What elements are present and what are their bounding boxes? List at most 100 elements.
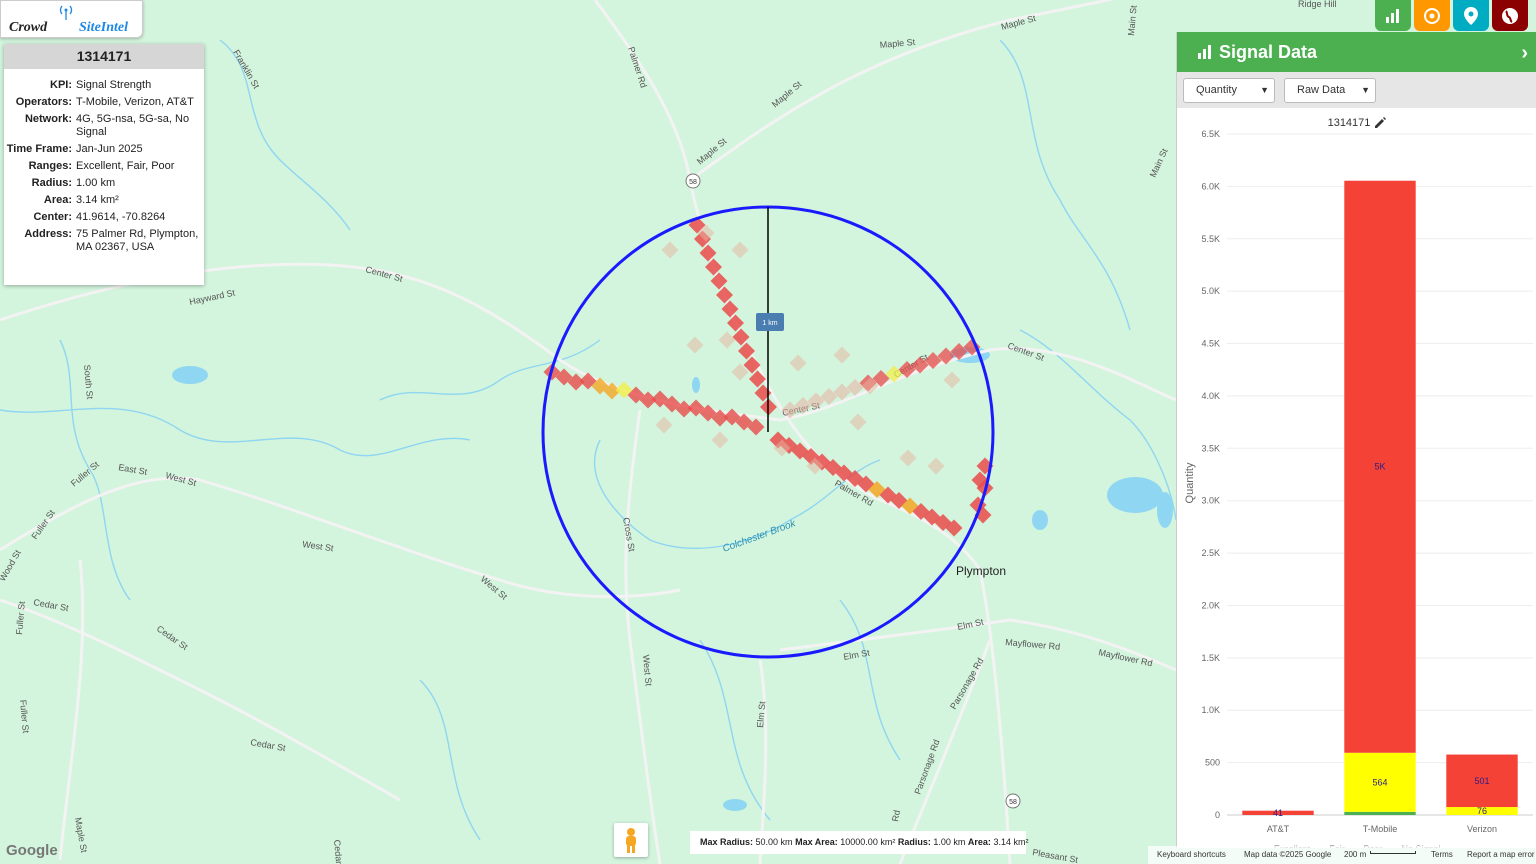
info-key: Area: [43, 194, 72, 206]
info-value: Signal Strength [76, 79, 152, 91]
data-mode-select[interactable]: Raw Data ▼ [1284, 78, 1376, 103]
data-label: 501 [1474, 776, 1489, 786]
pegman-icon [626, 828, 636, 853]
target-icon [1424, 7, 1440, 24]
max-radius-value: 50.00 km [755, 837, 793, 847]
svg-text:Rd: Rd [890, 809, 902, 822]
logo-siteintel: SiteIntel [79, 20, 129, 35]
chart-bars: 41 564 5K 76 501 [1242, 180, 1518, 818]
info-value: T-Mobile, Verizon, AT&T [76, 96, 194, 108]
x-tick-label: AT&T [1267, 824, 1290, 834]
metric-select[interactable]: Quantity ▼ [1183, 78, 1275, 103]
info-key: Operators: [15, 96, 72, 108]
x-tick-label: Verizon [1467, 824, 1497, 834]
bar-chart-icon [1198, 45, 1211, 59]
info-key: Ranges: [28, 160, 72, 172]
x-tick-labels: AT&T T-Mobile Verizon [1267, 824, 1497, 834]
scale-label: 200 m [1344, 850, 1367, 859]
x-tick-label: T-Mobile [1363, 824, 1398, 834]
y-tick-label: 0 [1215, 810, 1220, 820]
info-value: 1.00 km [76, 177, 116, 189]
info-value: 75 Palmer Rd, Plympton, MA 02367, USA [76, 228, 199, 253]
site-info-panel: 1314171 KPI: Signal Strength Operators: T-… [4, 44, 204, 285]
metric-select-value: Quantity [1196, 84, 1237, 96]
antenna-icon [59, 5, 73, 20]
collapse-chevron-icon[interactable]: › [1521, 42, 1528, 65]
y-tick-label: 2.5K [1201, 548, 1220, 558]
edit-icon[interactable] [1375, 117, 1386, 128]
data-label: 564 [1372, 777, 1387, 787]
y-tick-label: 4.5K [1201, 339, 1220, 349]
radius-value: 1.00 km [933, 837, 966, 847]
info-key: Time Frame: [6, 143, 72, 155]
globe-button[interactable] [1492, 0, 1528, 31]
info-key: Center: [33, 211, 72, 223]
y-axis-label: Quantity [1184, 462, 1196, 503]
y-tick-label: 3.5K [1201, 443, 1220, 453]
info-value: Excellent, Fair, Poor [76, 160, 175, 172]
chart-button[interactable] [1375, 0, 1411, 31]
svg-text:Ridge Hill: Ridge Hill [1298, 0, 1337, 9]
svg-text:58: 58 [1009, 799, 1017, 806]
chart-title: 1314171 [1328, 117, 1371, 129]
location-button[interactable] [1453, 0, 1489, 31]
area-key: Area: [967, 837, 991, 847]
y-tick-label: 4.0K [1201, 391, 1220, 401]
panel-header: Signal Data › [1177, 32, 1536, 72]
info-value: 3.14 km² [76, 194, 119, 206]
svg-text:Cedar: Cedar [332, 839, 344, 864]
data-label: 5K [1374, 462, 1385, 472]
chevron-down-icon: ▼ [1260, 85, 1269, 95]
radius-label: 1 km [762, 320, 777, 327]
app-logo[interactable]: Crowd SiteIntel [0, 0, 143, 38]
location-pin-icon [1464, 6, 1478, 25]
area-value: 3.14 km² [993, 837, 1029, 847]
area-limits-bar: Max Radius: 50.00 km Max Area: 10000.00 … [690, 831, 1029, 854]
signal-data-panel: Signal Data › Quantity ▼ Raw Data ▼ 131417… [1176, 32, 1536, 848]
report-error-link[interactable]: Report a map error [1467, 850, 1535, 859]
chart-icon [1386, 8, 1399, 23]
y-tick-label: 5.5K [1201, 234, 1220, 244]
max-radius-key: Max Radius: [700, 837, 754, 847]
data-mode-select-value: Raw Data [1297, 84, 1346, 96]
y-tick-label: 2.0K [1201, 600, 1220, 610]
y-tick-label: 500 [1205, 758, 1220, 768]
info-key: KPI: [50, 79, 72, 91]
keyboard-shortcuts-link[interactable]: Keyboard shortcuts [1157, 850, 1226, 859]
info-key: Radius: [31, 177, 72, 189]
info-key: Address: [24, 228, 72, 240]
y-tick-label: 6.0K [1201, 181, 1220, 191]
google-logo: Google [6, 842, 58, 859]
info-key: Network: [24, 113, 72, 125]
globe-icon [1502, 7, 1518, 24]
map-footer: Keyboard shortcuts Map data ©2025 Google… [1148, 846, 1536, 864]
terms-link[interactable]: Terms [1431, 850, 1453, 859]
map-data-attribution: Map data ©2025 Google [1244, 850, 1332, 859]
town-label: Plympton [956, 564, 1006, 578]
site-info-table: KPI: Signal Strength Operators: T-Mobile, … [4, 77, 204, 256]
svg-text:58: 58 [689, 179, 697, 186]
chevron-down-icon: ▼ [1361, 85, 1370, 95]
max-area-key: Max Area: [795, 837, 838, 847]
y-tick-label: 3.0K [1201, 496, 1220, 506]
info-value: 4G, 5G-nsa, 5G-sa, No Signal [76, 113, 190, 138]
y-tick-label: 6.5K [1201, 129, 1220, 139]
scale-bar [1370, 851, 1416, 854]
info-value: Jan-Jun 2025 [76, 143, 143, 155]
data-label: 76 [1477, 806, 1487, 816]
site-id: 1314171 [4, 44, 204, 69]
y-tick-label: 1.0K [1201, 705, 1220, 715]
y-tick-label: 5.0K [1201, 286, 1220, 296]
panel-controls: Quantity ▼ Raw Data ▼ [1177, 72, 1536, 108]
panel-title: Signal Data [1219, 41, 1318, 62]
logo-crowd: Crowd [9, 20, 48, 35]
info-value: 41.9614, -70.8264 [76, 211, 166, 223]
signal-chart[interactable]: 1314171 Quantity 0 500 1.0K 1.5K 2.0K 2.5K 3.0… [1177, 108, 1536, 848]
street-view-pegman[interactable] [614, 823, 648, 857]
target-button[interactable] [1414, 0, 1450, 31]
y-tick-label: 1.5K [1201, 653, 1220, 663]
max-area-value: 10000.00 km² [840, 837, 896, 847]
data-label: 41 [1273, 808, 1283, 818]
radius-key: Radius: [897, 837, 931, 847]
bar-tmobile-excellent[interactable] [1344, 811, 1416, 815]
